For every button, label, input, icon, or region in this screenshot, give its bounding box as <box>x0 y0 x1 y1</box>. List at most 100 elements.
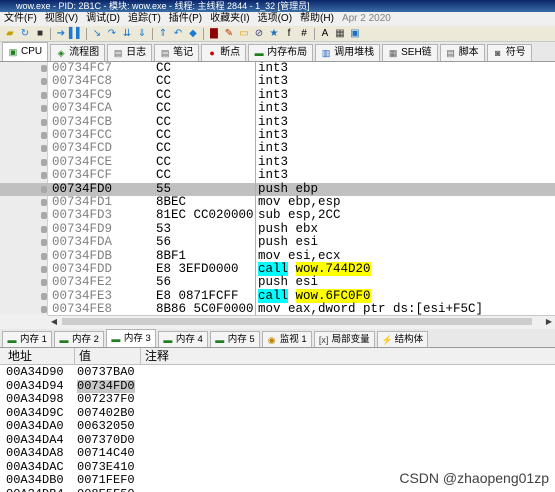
dump-value[interactable]: 00714C40 <box>77 446 135 461</box>
tab-seh[interactable]: ▦ SEH链 <box>382 44 438 61</box>
dump-value[interactable]: 0071FEF0 <box>77 473 135 488</box>
disassembly-row[interactable]: 00734FDA 56 push esi <box>0 235 555 250</box>
call-target[interactable]: wow.6FC0F0 <box>295 288 371 303</box>
breakpoint-marker-icon[interactable] <box>41 212 47 220</box>
breakpoint-marker-icon[interactable] <box>41 252 47 260</box>
breakpoint-marker-icon[interactable] <box>41 172 47 180</box>
restart-icon[interactable]: ↻ <box>18 27 32 40</box>
disassembly-view[interactable]: 00734FC7 CC int3 00734FC8 CC int3 00734FC9 CC in… <box>0 62 555 315</box>
open-icon[interactable]: ▰ <box>3 27 17 40</box>
breakpoint-marker-icon[interactable] <box>41 78 47 86</box>
disassembly-row[interactable]: 00734FE3 E8 0871FCFF call wow.6FC0F0 <box>0 288 555 304</box>
disassembly-row[interactable]: 00734FCE CC int3 <box>0 155 555 170</box>
dump-value[interactable]: 0073E410 <box>77 460 135 475</box>
menu-debug[interactable]: 调试(D) <box>82 12 124 26</box>
breakpoint-marker-icon[interactable] <box>41 279 47 287</box>
disassembly-row[interactable]: 00734FDB 8BF1 mov esi,ecx <box>0 249 555 263</box>
dump-row[interactable]: 00A34DA0 00632050 <box>0 419 555 434</box>
breakpoint-marker-icon[interactable] <box>41 145 47 153</box>
disassembly-row[interactable]: 00734FC8 CC int3 <box>0 74 555 89</box>
disassembly-row[interactable]: 00734FCB CC int3 <box>0 115 555 129</box>
tab-memory-3[interactable]: ▬ 内存 3 <box>105 329 156 347</box>
tab-notes[interactable]: ▤ 笔记 <box>154 44 200 61</box>
tab-memory-1[interactable]: ▬ 内存 1 <box>2 331 52 347</box>
menu-plugins[interactable]: 插件(P) <box>165 12 206 26</box>
breakpoint-marker-icon[interactable] <box>41 132 47 139</box>
disassembly-row[interactable]: 00734FD1 8BEC mov ebp,esp <box>0 195 555 210</box>
tab-memory-2[interactable]: ▬ 内存 2 <box>53 331 104 347</box>
column-value[interactable]: 值 <box>74 348 91 365</box>
breakpoint-marker-icon[interactable] <box>41 225 47 233</box>
trace-into-icon[interactable]: ⇊ <box>120 27 134 40</box>
breakpoint-marker-icon[interactable] <box>41 306 47 314</box>
highlight-icon[interactable]: ✎ <box>222 27 236 40</box>
disassembly-row[interactable]: 00734FC7 CC int3 <box>0 62 555 76</box>
scroll-right-icon[interactable]: ▶ <box>543 316 555 327</box>
tab-struct[interactable]: ⚡ 结构体 <box>376 331 429 347</box>
menu-favourites[interactable]: 收藏夹(I) <box>206 12 253 26</box>
call-target[interactable]: wow.744D20 <box>295 262 371 276</box>
tab-cpu[interactable]: ▣ CPU <box>2 42 49 61</box>
tab-graph[interactable]: ◈ 流程图 <box>50 44 106 61</box>
tab-watch-1[interactable]: ◉ 监视 1 <box>261 331 312 347</box>
tab-memory-4[interactable]: ▬ 内存 4 <box>157 331 208 347</box>
font-icon[interactable]: A <box>318 27 332 40</box>
breakpoint-marker-icon[interactable] <box>41 105 47 113</box>
dump-value[interactable]: 007237F0 <box>77 392 135 407</box>
dump-value[interactable]: 00737BA0 <box>77 365 135 380</box>
hash-icon[interactable]: # <box>297 27 311 40</box>
dump-value[interactable]: 007402B0 <box>77 406 135 421</box>
tab-memory-5[interactable]: ▬ 内存 5 <box>209 331 260 347</box>
breakpoint-marker-icon[interactable] <box>41 65 47 72</box>
breakpoint-marker-icon[interactable] <box>41 199 47 206</box>
column-comment[interactable]: 注释 <box>140 348 169 365</box>
breakpoint-marker-icon[interactable] <box>41 118 47 126</box>
dump-value[interactable]: 00632050 <box>77 419 135 434</box>
disassembly-row[interactable]: 00734FE2 56 push esi <box>0 275 555 290</box>
menu-view[interactable]: 视图(V) <box>41 12 82 26</box>
run-to-user-icon[interactable]: ⇑ <box>156 27 170 40</box>
disassembly-row[interactable]: 00734FD3 81EC CC020000 sub esp,2CC <box>0 208 555 223</box>
close-icon[interactable]: ■ <box>33 27 47 40</box>
disassembly-horizontal-scrollbar[interactable]: ◀ ▶ <box>48 315 555 327</box>
tab-symbols[interactable]: ◙ 符号 <box>486 44 532 61</box>
tab-memory-map[interactable]: ▬ 内存布局 <box>248 44 314 61</box>
tab-call-stack[interactable]: ▥ 调用堆栈 <box>315 44 381 61</box>
scrollbar-thumb[interactable] <box>62 318 532 325</box>
dump-row[interactable]: 00A34DB4 008E5F50 <box>0 487 555 492</box>
function-icon[interactable]: f <box>282 27 296 40</box>
run-icon[interactable]: ➔ <box>54 27 68 40</box>
breakpoint-marker-icon[interactable] <box>41 158 47 166</box>
dump-row[interactable]: 00A34DA8 00714C40 <box>0 446 555 461</box>
dump-value[interactable]: 007370D0 <box>77 433 135 448</box>
dump-value[interactable]: 00734FD0 <box>77 379 135 393</box>
step-into-icon[interactable]: ↘ <box>90 27 104 40</box>
dump-row[interactable]: 00A34D94 00734FD0 <box>0 379 555 393</box>
breakpoint-marker-icon[interactable] <box>41 239 47 247</box>
disassembly-row[interactable]: 00734FD0 55 push ebp <box>0 182 555 196</box>
tab-locals[interactable]: [x] 局部变量 <box>313 331 375 347</box>
dump-row[interactable]: 00A34D98 007237F0 <box>0 392 555 407</box>
label-icon[interactable]: ⊘ <box>252 27 266 40</box>
dump-row[interactable]: 00A34D90 00737BA0 <box>0 365 555 380</box>
trace-over-icon[interactable]: ⇓ <box>135 27 149 40</box>
tab-breakpoints[interactable]: ● 断点 <box>201 44 247 61</box>
column-address[interactable]: 地址 <box>4 348 32 365</box>
disassembly-row[interactable]: 00734FCF CC int3 <box>0 168 555 183</box>
comment-icon[interactable]: ▭ <box>237 27 251 40</box>
disassembly-row[interactable]: 00734FD9 53 push ebx <box>0 222 555 237</box>
disassembly-row[interactable]: 00734FDD E8 3EFD0000 call wow.744D20 <box>0 262 555 277</box>
about-icon[interactable]: ▣ <box>348 27 362 40</box>
disassembly-row[interactable]: 00734FE8 8B86 5C0F0000 mov eax,dword ptr d… <box>0 302 555 315</box>
breakpoint-marker-icon[interactable] <box>41 185 47 193</box>
breakpoint-marker-icon[interactable] <box>41 91 47 99</box>
scroll-left-icon[interactable]: ◀ <box>48 316 60 327</box>
dump-row[interactable]: 00A34DA4 007370D0 <box>0 433 555 448</box>
disassembly-row[interactable]: 00734FC9 CC int3 <box>0 88 555 103</box>
menu-options[interactable]: 选项(O) <box>254 12 296 26</box>
dump-value[interactable]: 008E5F50 <box>77 487 135 492</box>
tab-script[interactable]: ▤ 脚本 <box>439 44 485 61</box>
disassembly-row[interactable]: 00734FCC CC int3 <box>0 128 555 143</box>
menu-help[interactable]: 帮助(H) <box>296 12 338 26</box>
pause-icon[interactable]: ▌▌ <box>69 27 83 40</box>
